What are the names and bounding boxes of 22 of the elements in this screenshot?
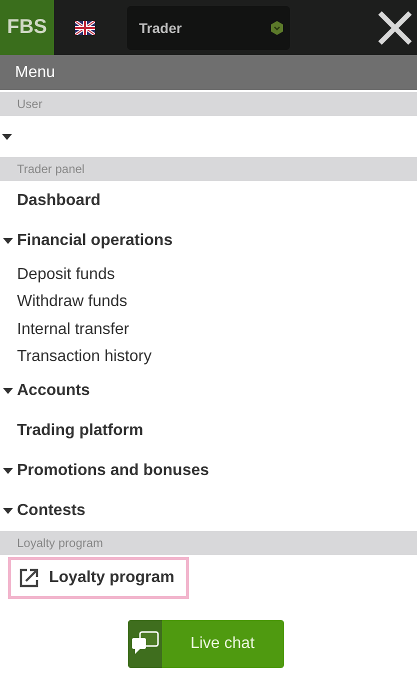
external-link-icon <box>19 568 39 588</box>
menu-group[interactable]: Accounts <box>0 371 417 411</box>
menu-item[interactable]: Internal transfer <box>0 316 417 344</box>
menu-group[interactable]: Contests <box>0 491 417 531</box>
logo[interactable]: FBS <box>0 0 54 55</box>
menu-item[interactable]: Loyalty program <box>8 557 190 599</box>
chat-bubbles-icon <box>128 620 162 668</box>
account-selector[interactable]: Trader <box>127 6 290 50</box>
menu-item[interactable]: Trading platform <box>0 411 417 451</box>
menu-group[interactable]: Financial operations <box>0 221 417 261</box>
menu-item[interactable]: Dashboard <box>0 181 417 221</box>
section-heading: User <box>0 92 417 116</box>
menu-item[interactable]: Transaction history <box>0 344 417 371</box>
menu-item[interactable]: Withdraw funds <box>0 288 417 316</box>
menu-item[interactable]: Deposit funds <box>0 261 417 288</box>
section-heading: Trader panel <box>0 157 417 181</box>
section-heading: Loyalty program <box>0 531 417 555</box>
dropdown-icon <box>270 20 284 34</box>
menu-title: Menu <box>0 55 417 92</box>
flag-icon[interactable] <box>75 20 95 34</box>
close-icon[interactable] <box>377 10 413 46</box>
menu-group[interactable]: Promotions and bonuses <box>0 451 417 491</box>
